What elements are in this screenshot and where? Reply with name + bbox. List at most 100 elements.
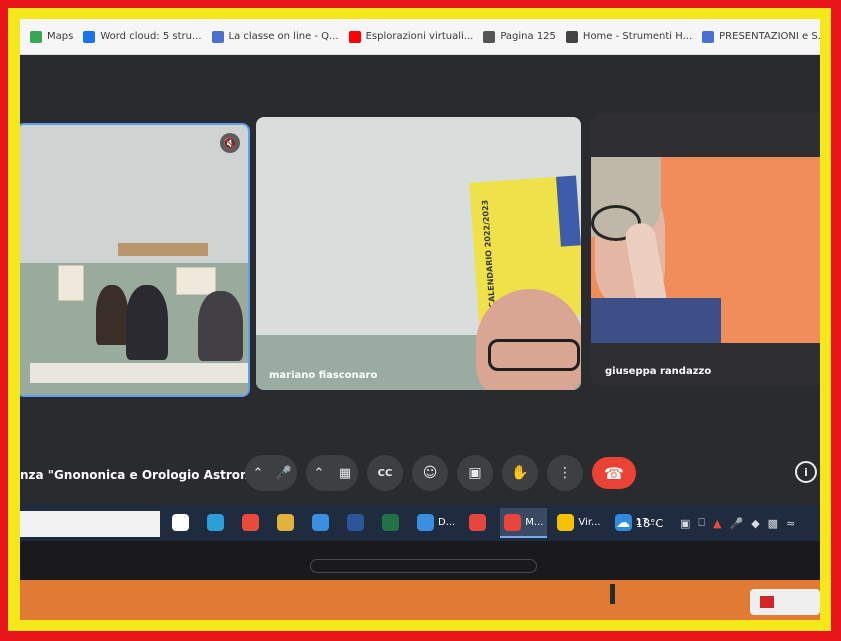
chrome-icon [469,513,487,531]
wall-poster [176,267,216,295]
raise-hand-icon[interactable]: ✋ [502,455,538,491]
chrome-meet-icon [504,513,522,531]
network-icon[interactable]: ▣ [680,517,690,530]
mic-icon[interactable]: 🎤 [271,455,297,491]
taskbar-item[interactable] [465,508,494,538]
taskbar-item[interactable] [168,508,197,538]
tile-footer [591,343,820,385]
more-icon[interactable]: ⋮ [547,455,583,491]
wall-poster [58,265,84,301]
shield-icon [557,513,575,531]
present-icon[interactable]: ▣ [457,455,493,491]
keys-icon [277,513,294,531]
bookmark-label: PRESENTAZIONI e S... [719,31,820,42]
glasses [488,339,580,371]
mic-control[interactable]: ⌃ 🎤 [245,455,297,491]
taskbar-item[interactable] [343,508,372,538]
participant-name: giuseppa randazzo [605,366,712,377]
bookmark-item[interactable]: PRESENTAZIONI e S... [702,30,820,43]
bookmark-label: Home - Strumenti H... [582,31,693,42]
rocket-icon [565,30,578,43]
participant-sweater [591,298,721,343]
bookmark-label: Esplorazioni virtuali... [365,31,474,42]
power-strip [750,589,820,615]
meet-control-bar: ⌃ 🎤 ⌃ ▦ CC ☺ ▣ ✋ ⋮ ☎ [245,455,636,491]
taskbar-item[interactable] [273,508,302,538]
wooden-board [118,243,208,256]
acrobat-icon[interactable]: ▲ [713,517,721,530]
calendar-text: CALENDARIO 2022/2023 [480,199,498,309]
student-figure [96,285,128,345]
taskbar-item[interactable]: M... [500,508,548,538]
bookmark-label: Maps [47,31,74,42]
participant-tile-giuseppa[interactable]: giuseppa randazzo [591,113,820,385]
bezel-slot [310,559,537,573]
bookmark-item[interactable]: Home - Strumenti H... [565,30,693,43]
weather-temp: 18°C [636,516,664,530]
bookmark-item[interactable]: Maps [30,30,74,43]
bookmark-label: Word cloud: 5 stru... [100,31,202,42]
taskbar-item[interactable] [308,508,337,538]
power-switch [760,596,774,608]
bookmark-label: La classe on line - Q... [228,31,339,42]
taskbar-item[interactable]: D... [413,508,459,538]
participant-tile-classroom[interactable]: 🔇 [20,123,250,397]
chevron-up-icon[interactable]: ⌃ [245,455,271,491]
participant-tile-mariano[interactable]: CALENDARIO 2022/2023 mariano fiasconaro [256,117,581,390]
calendar-strip [556,175,581,247]
bookmark-item[interactable]: La classe on line - Q... [211,30,339,43]
mic-muted-icon: 🔇 [220,133,240,153]
student-figure [126,285,168,360]
hangup-icon[interactable]: ☎ [592,457,636,489]
emoji-icon[interactable]: ☺ [412,455,448,491]
bookmark-label: Pagina 125 [500,31,556,42]
student-figure [198,291,243,361]
taskbar-item-label: M... [525,516,544,528]
cloud-icon: ☁ [616,515,630,531]
wordcloud-icon [83,30,96,43]
captions-icon[interactable]: CC [367,455,403,491]
info-icon[interactable]: i [795,461,817,483]
weather-widget[interactable]: ☁ 18°C [616,505,663,541]
system-tray: ▣ ⎕ ▲ 🎤 ◆ ▩ ≈ [680,505,803,541]
wifi-icon[interactable]: ≈ [786,517,795,530]
taskbar-item-label: Vir... [578,516,601,528]
monitor-photo: Maps Word cloud: 5 stru... La classe on li… [20,19,820,620]
youtube-icon [348,30,361,43]
dropbox-icon[interactable]: ◆ [751,517,759,530]
doc-icon [211,30,224,43]
taskbar-item[interactable] [203,508,232,538]
meet-stage: 🔇 CALENDARIO 2022/2023 mariano fiasconar… [20,55,820,519]
word-icon [347,513,364,531]
slides-icon [702,30,715,43]
bookmark-item[interactable]: Pagina 125 [483,30,556,43]
cable [610,584,615,604]
camera-icon[interactable]: ▦ [332,455,358,491]
camera-control[interactable]: ⌃ ▦ [306,455,358,491]
maps-icon [30,30,42,43]
book-icon [483,30,496,43]
meeting-title: nza "Gnononica e Orologio Astrono... [20,468,271,482]
taskview-icon [172,513,189,531]
bookmark-item[interactable]: Esplorazioni virtuali... [348,30,474,43]
bookmark-item[interactable]: Word cloud: 5 stru... [83,30,202,43]
usb-icon[interactable]: ⎕ [698,516,705,530]
display-icon[interactable]: ▩ [768,517,778,530]
participant-name: mariano fiasconaro [269,370,378,381]
taskbar-item[interactable] [238,508,267,538]
taskbar-search-box[interactable] [20,511,160,537]
orange-wall [20,580,820,620]
taskbar-apps: D... M... Vir... 17... [168,505,668,541]
download-icon [417,513,434,531]
ie-icon [312,513,329,531]
chevron-up-icon[interactable]: ⌃ [306,455,332,491]
excel-icon [382,513,399,531]
windows-taskbar: D... M... Vir... 17... ☁ 18°C ▣ ⎕ ▲ 🎤 ◆ ▩ ≈ [20,505,820,541]
taskbar-item[interactable] [378,508,407,538]
edge-icon [207,513,224,531]
taskbar-item[interactable]: Vir... [553,508,604,538]
app-red-icon [242,513,259,531]
desk [30,363,248,383]
bookmarks-bar: Maps Word cloud: 5 stru... La classe on li… [20,19,820,55]
mic-icon[interactable]: 🎤 [729,517,743,530]
